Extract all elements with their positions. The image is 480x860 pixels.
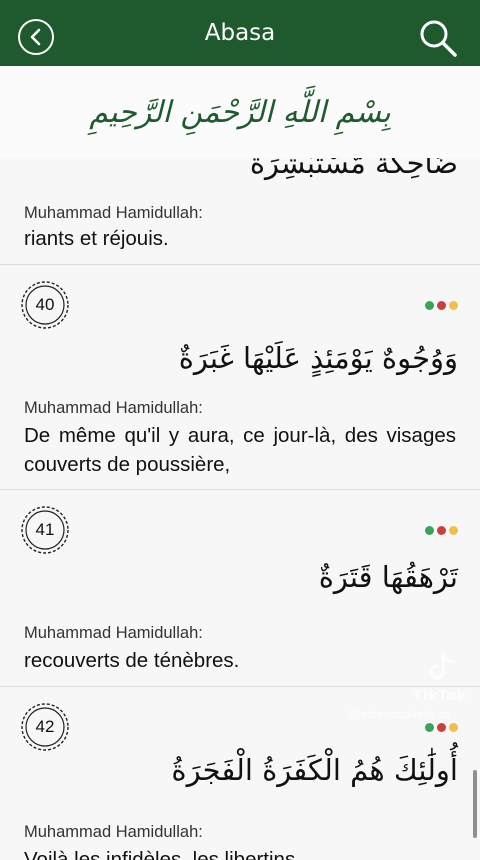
verse-arabic-text: تَرْهَقُهَا قَتَرَةٌ <box>318 560 458 594</box>
status-dots[interactable] <box>425 301 458 310</box>
yellow-dot <box>449 526 458 535</box>
tiktok-watermark: TikTok @albanouallaih_zz <box>345 650 475 730</box>
translator-label: Muhammad Hamidullah: <box>24 204 203 222</box>
verse-arabic-text: وَوُجُوهٌ يَوْمَئِذٍ عَلَيْهَا غَبَرَةٌ <box>178 341 458 375</box>
verse-arabic-text: أُولَٰئِكَ هُمُ الْكَفَرَةُ الْفَجَرَةُ <box>171 753 458 787</box>
red-dot <box>437 301 446 310</box>
bismillah-calligraphy: بِسْمِ اللَّهِ الرَّحْمَنِ الرَّحِيمِ <box>89 94 391 130</box>
green-dot <box>425 526 434 535</box>
translator-label: Muhammad Hamidullah: <box>24 823 203 841</box>
verse-number: 40 <box>35 295 55 314</box>
verse-number: 41 <box>35 520 55 539</box>
status-dots[interactable] <box>425 526 458 535</box>
yellow-dot <box>449 301 458 310</box>
verse-translation: De même qu'il y aura, ce jour-là, des vi… <box>24 424 456 476</box>
verse-item[interactable]: ضَاحِكَةٌ مُّسْتَبْشِرَةٌ Muhammad Hamid… <box>0 158 480 265</box>
verse-translation: Voilà les infidèles, les libertins. <box>24 848 301 860</box>
scrollbar[interactable] <box>473 770 477 838</box>
watermark-brand: TikTok <box>413 688 467 704</box>
translator-label: Muhammad Hamidullah: <box>24 399 203 417</box>
verse-item[interactable]: 40 وَوُجُوهٌ يَوْمَئِذٍ عَلَيْهَا غَبَرَ… <box>0 265 480 490</box>
verse-translation: recouverts de ténèbres. <box>24 649 240 672</box>
search-icon <box>420 20 457 57</box>
verse-number-badge: 40 <box>18 278 72 332</box>
search-button[interactable] <box>418 18 458 58</box>
verse-number-badge: 41 <box>18 503 72 557</box>
verse-arabic-text: ضَاحِكَةٌ مُّسْتَبْشِرَةٌ <box>249 158 458 180</box>
translator-label: Muhammad Hamidullah: <box>24 624 203 642</box>
page-title: Abasa <box>204 20 276 46</box>
bismillah-banner: بِسْمِ اللَّهِ الرَّحْمَنِ الرَّحِيمِ <box>0 66 480 159</box>
watermark-handle: @albanouallaih_zz <box>349 708 451 721</box>
green-dot <box>425 301 434 310</box>
tiktok-logo-icon <box>429 652 454 680</box>
navigation-bar: Abasa <box>0 0 480 66</box>
verse-number-badge: 42 <box>18 700 72 754</box>
red-dot <box>437 526 446 535</box>
verse-list[interactable]: ضَاحِكَةٌ مُّسْتَبْشِرَةٌ Muhammad Hamid… <box>0 158 480 860</box>
verse-number: 42 <box>35 717 55 736</box>
verse-translation: riants et réjouis. <box>24 227 169 250</box>
